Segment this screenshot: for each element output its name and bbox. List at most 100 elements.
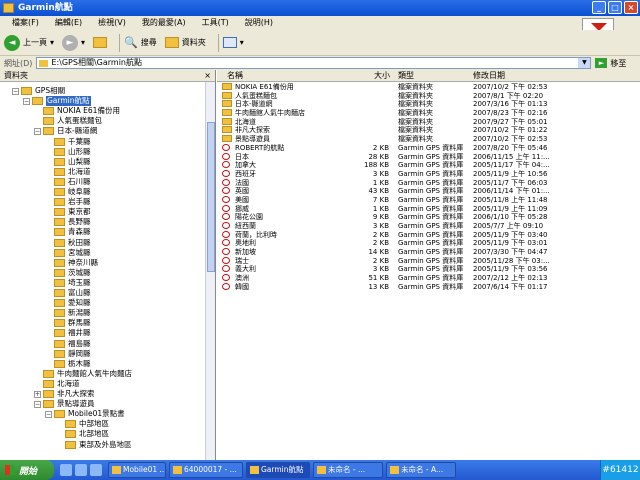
- tree-item[interactable]: + 非凡大探索: [34, 389, 95, 399]
- column-modified[interactable]: 修改日期: [473, 70, 505, 82]
- task-64000017[interactable]: 64000017 - ...: [169, 462, 243, 478]
- file-row[interactable]: 日本-縣道網 檔案資料夾 2007/3/16 下午 01:13: [217, 100, 640, 109]
- tree-item[interactable]: 栃木縣: [45, 359, 91, 369]
- file-row[interactable]: 美國 7 KB Garmin GPS 資料庫 2005/11/8 上午 11:48: [217, 195, 640, 205]
- tree-item[interactable]: − 景點導遊員: [34, 399, 95, 409]
- collapse-icon[interactable]: −: [34, 400, 41, 408]
- file-row[interactable]: NOKIA E61備份用 檔案資料夾 2007/10/2 下午 02:53: [217, 83, 640, 92]
- column-size[interactable]: 大小: [374, 70, 390, 82]
- file-row[interactable]: 奧地利 2 KB Garmin GPS 資料庫 2005/11/9 下午 03:01: [217, 239, 640, 248]
- tree-item[interactable]: − 日本-縣道網: [34, 126, 97, 136]
- forward-button[interactable]: ► ▾: [62, 34, 85, 51]
- close-button[interactable]: ×: [624, 1, 638, 14]
- folder-icon: [54, 268, 65, 277]
- menu-tools[interactable]: 工具(T): [194, 16, 237, 30]
- tree-item[interactable]: 牛肉麵館人氣牛肉麵店: [34, 369, 132, 379]
- tree-item[interactable]: 埼玉縣: [45, 278, 91, 288]
- tree-item[interactable]: 宮城縣: [45, 248, 91, 258]
- expand-icon[interactable]: +: [34, 390, 41, 398]
- tree-item[interactable]: − GPS相關: [12, 86, 65, 96]
- go-button[interactable]: ► 移至: [595, 58, 626, 69]
- tree-scrollbar[interactable]: [205, 82, 215, 460]
- tree-item[interactable]: 茨城縣: [45, 268, 91, 278]
- tree-item[interactable]: 長野縣: [45, 217, 91, 227]
- tree-item[interactable]: 神奈川縣: [45, 258, 98, 268]
- scrollbar-thumb[interactable]: [207, 122, 215, 272]
- collapse-icon[interactable]: −: [34, 127, 41, 135]
- menu-file[interactable]: 檔案(F): [4, 16, 47, 30]
- menu-favorites[interactable]: 我的最愛(A): [134, 16, 194, 30]
- close-icon[interactable]: ×: [204, 70, 211, 82]
- menu-edit[interactable]: 編輯(E): [47, 16, 90, 30]
- folders-button[interactable]: 資料夾: [164, 37, 206, 48]
- tree-item[interactable]: 石川縣: [45, 177, 91, 187]
- tree-item[interactable]: 靜岡縣: [45, 349, 91, 359]
- tree-item[interactable]: 秋田縣: [45, 238, 91, 248]
- views-button[interactable]: ▾: [222, 37, 244, 48]
- file-type: Garmin GPS 資料庫: [398, 222, 464, 230]
- file-row[interactable]: 日本 28 KB Garmin GPS 資料庫 2006/11/15 上午 11:..…: [217, 152, 640, 162]
- file-row[interactable]: 韓國 13 KB Garmin GPS 資料庫 2007/6/14 下午 01:17: [217, 282, 640, 292]
- tree-item[interactable]: 人氣蛋糕麵包: [34, 116, 102, 126]
- up-button[interactable]: [93, 37, 108, 48]
- tree-item[interactable]: − Garmin航點: [23, 96, 91, 107]
- task-untitled-1[interactable]: 未命名 - ...: [313, 462, 383, 478]
- file-row[interactable]: 陽花公園 9 KB Garmin GPS 資料庫 2006/1/10 下午 05:28: [217, 213, 640, 222]
- tree-item[interactable]: NOKIA E61備份用: [34, 106, 120, 116]
- file-row[interactable]: 挪威 1 KB Garmin GPS 資料庫 2005/11/9 上午 11:09: [217, 204, 640, 214]
- address-input[interactable]: E:\GPS相關\Garmin航點 ▼: [36, 57, 592, 69]
- tree-item[interactable]: 福島縣: [45, 339, 91, 349]
- file-row[interactable]: ROBERT的航點 2 KB Garmin GPS 資料庫 2007/8/20 下午 …: [217, 143, 640, 153]
- tree-item[interactable]: 北海道: [34, 379, 80, 389]
- task-garmin[interactable]: Garmin航點: [246, 462, 310, 478]
- menu-view[interactable]: 檢視(V): [90, 16, 134, 30]
- back-button[interactable]: ◄ 上一頁 ▾: [4, 34, 54, 51]
- file-row[interactable]: 非凡大探索 檔案資料夾 2007/10/2 下午 01:22: [217, 126, 640, 135]
- file-row[interactable]: 義大利 3 KB Garmin GPS 資料庫 2005/11/9 下午 03:56: [217, 265, 640, 274]
- file-row[interactable]: 加拿大 188 KB Garmin GPS 資料庫 2005/11/17 下午 04:…: [217, 161, 640, 170]
- tree-item[interactable]: 群馬縣: [45, 318, 91, 328]
- tree-item[interactable]: 岩手縣: [45, 197, 91, 207]
- column-type[interactable]: 類型: [398, 70, 414, 82]
- task-untitled-2[interactable]: 未命名 - A...: [386, 462, 456, 478]
- desktop-icon[interactable]: [90, 464, 102, 476]
- tree-item[interactable]: 山梨縣: [45, 157, 91, 167]
- file-row[interactable]: 西班牙 3 KB Garmin GPS 資料庫 2005/11/9 上午 10:56: [217, 169, 640, 179]
- chevron-down-icon[interactable]: ▼: [578, 58, 591, 68]
- tree-item[interactable]: 北海道: [45, 167, 91, 177]
- file-row[interactable]: 紐西蘭 3 KB Garmin GPS 資料庫 2005/7/7 上午 09:10: [217, 222, 640, 231]
- tree-item[interactable]: 東部及外島地區: [56, 440, 132, 450]
- file-row[interactable]: 新加坡 14 KB Garmin GPS 資料庫 2007/3/30 下午 04:47: [217, 248, 640, 257]
- tree-item[interactable]: 東京都: [45, 207, 91, 217]
- file-row[interactable]: 牛肉麵館人氣牛肉麵店 檔案資料夾 2007/8/23 下午 02:16: [217, 109, 640, 118]
- file-row[interactable]: 法國 1 KB Garmin GPS 資料庫 2005/11/7 下午 06:03: [217, 178, 640, 188]
- maximize-button[interactable]: □: [608, 1, 622, 14]
- minimize-button[interactable]: _: [592, 1, 606, 14]
- ie-icon[interactable]: [60, 464, 72, 476]
- window-titlebar[interactable]: Garmin航點 _ □ ×: [0, 0, 640, 16]
- collapse-icon[interactable]: −: [45, 410, 52, 418]
- media-icon[interactable]: [75, 464, 87, 476]
- tree-item[interactable]: 北部地區: [56, 429, 109, 439]
- start-button[interactable]: 開始: [0, 460, 54, 480]
- column-name[interactable]: 名稱: [227, 70, 243, 82]
- tree-item[interactable]: 愛知縣: [45, 298, 91, 308]
- collapse-icon[interactable]: −: [12, 87, 19, 95]
- tree-item[interactable]: 福井縣: [45, 328, 91, 338]
- tree-item[interactable]: 新潟縣: [45, 308, 91, 318]
- tree-item[interactable]: 岐阜縣: [45, 187, 91, 197]
- tree-item[interactable]: 千葉縣: [45, 137, 91, 147]
- tree-item[interactable]: 山形縣: [45, 147, 91, 157]
- tree-item[interactable]: 富山縣: [45, 288, 91, 298]
- file-row[interactable]: 景點導遊員 檔案資料夾 2007/10/2 下午 02:53: [217, 135, 640, 144]
- tree-item[interactable]: − Mobile01景點書: [45, 409, 125, 419]
- collapse-icon[interactable]: −: [23, 97, 30, 105]
- file-row[interactable]: 英國 43 KB Garmin GPS 資料庫 2006/11/14 下午 01:..…: [217, 187, 640, 196]
- tree-item[interactable]: 中部地區: [56, 419, 109, 429]
- search-button[interactable]: 🔍 搜尋: [124, 36, 157, 49]
- tree-item[interactable]: 青森縣: [45, 227, 91, 237]
- menu-help[interactable]: 說明(H): [237, 16, 281, 30]
- task-mobile01[interactable]: Mobile01 ...: [108, 462, 166, 478]
- folder-icon: [54, 258, 65, 267]
- file-row[interactable]: 澳洲 51 KB Garmin GPS 資料庫 2007/2/12 上午 02:13: [217, 274, 640, 283]
